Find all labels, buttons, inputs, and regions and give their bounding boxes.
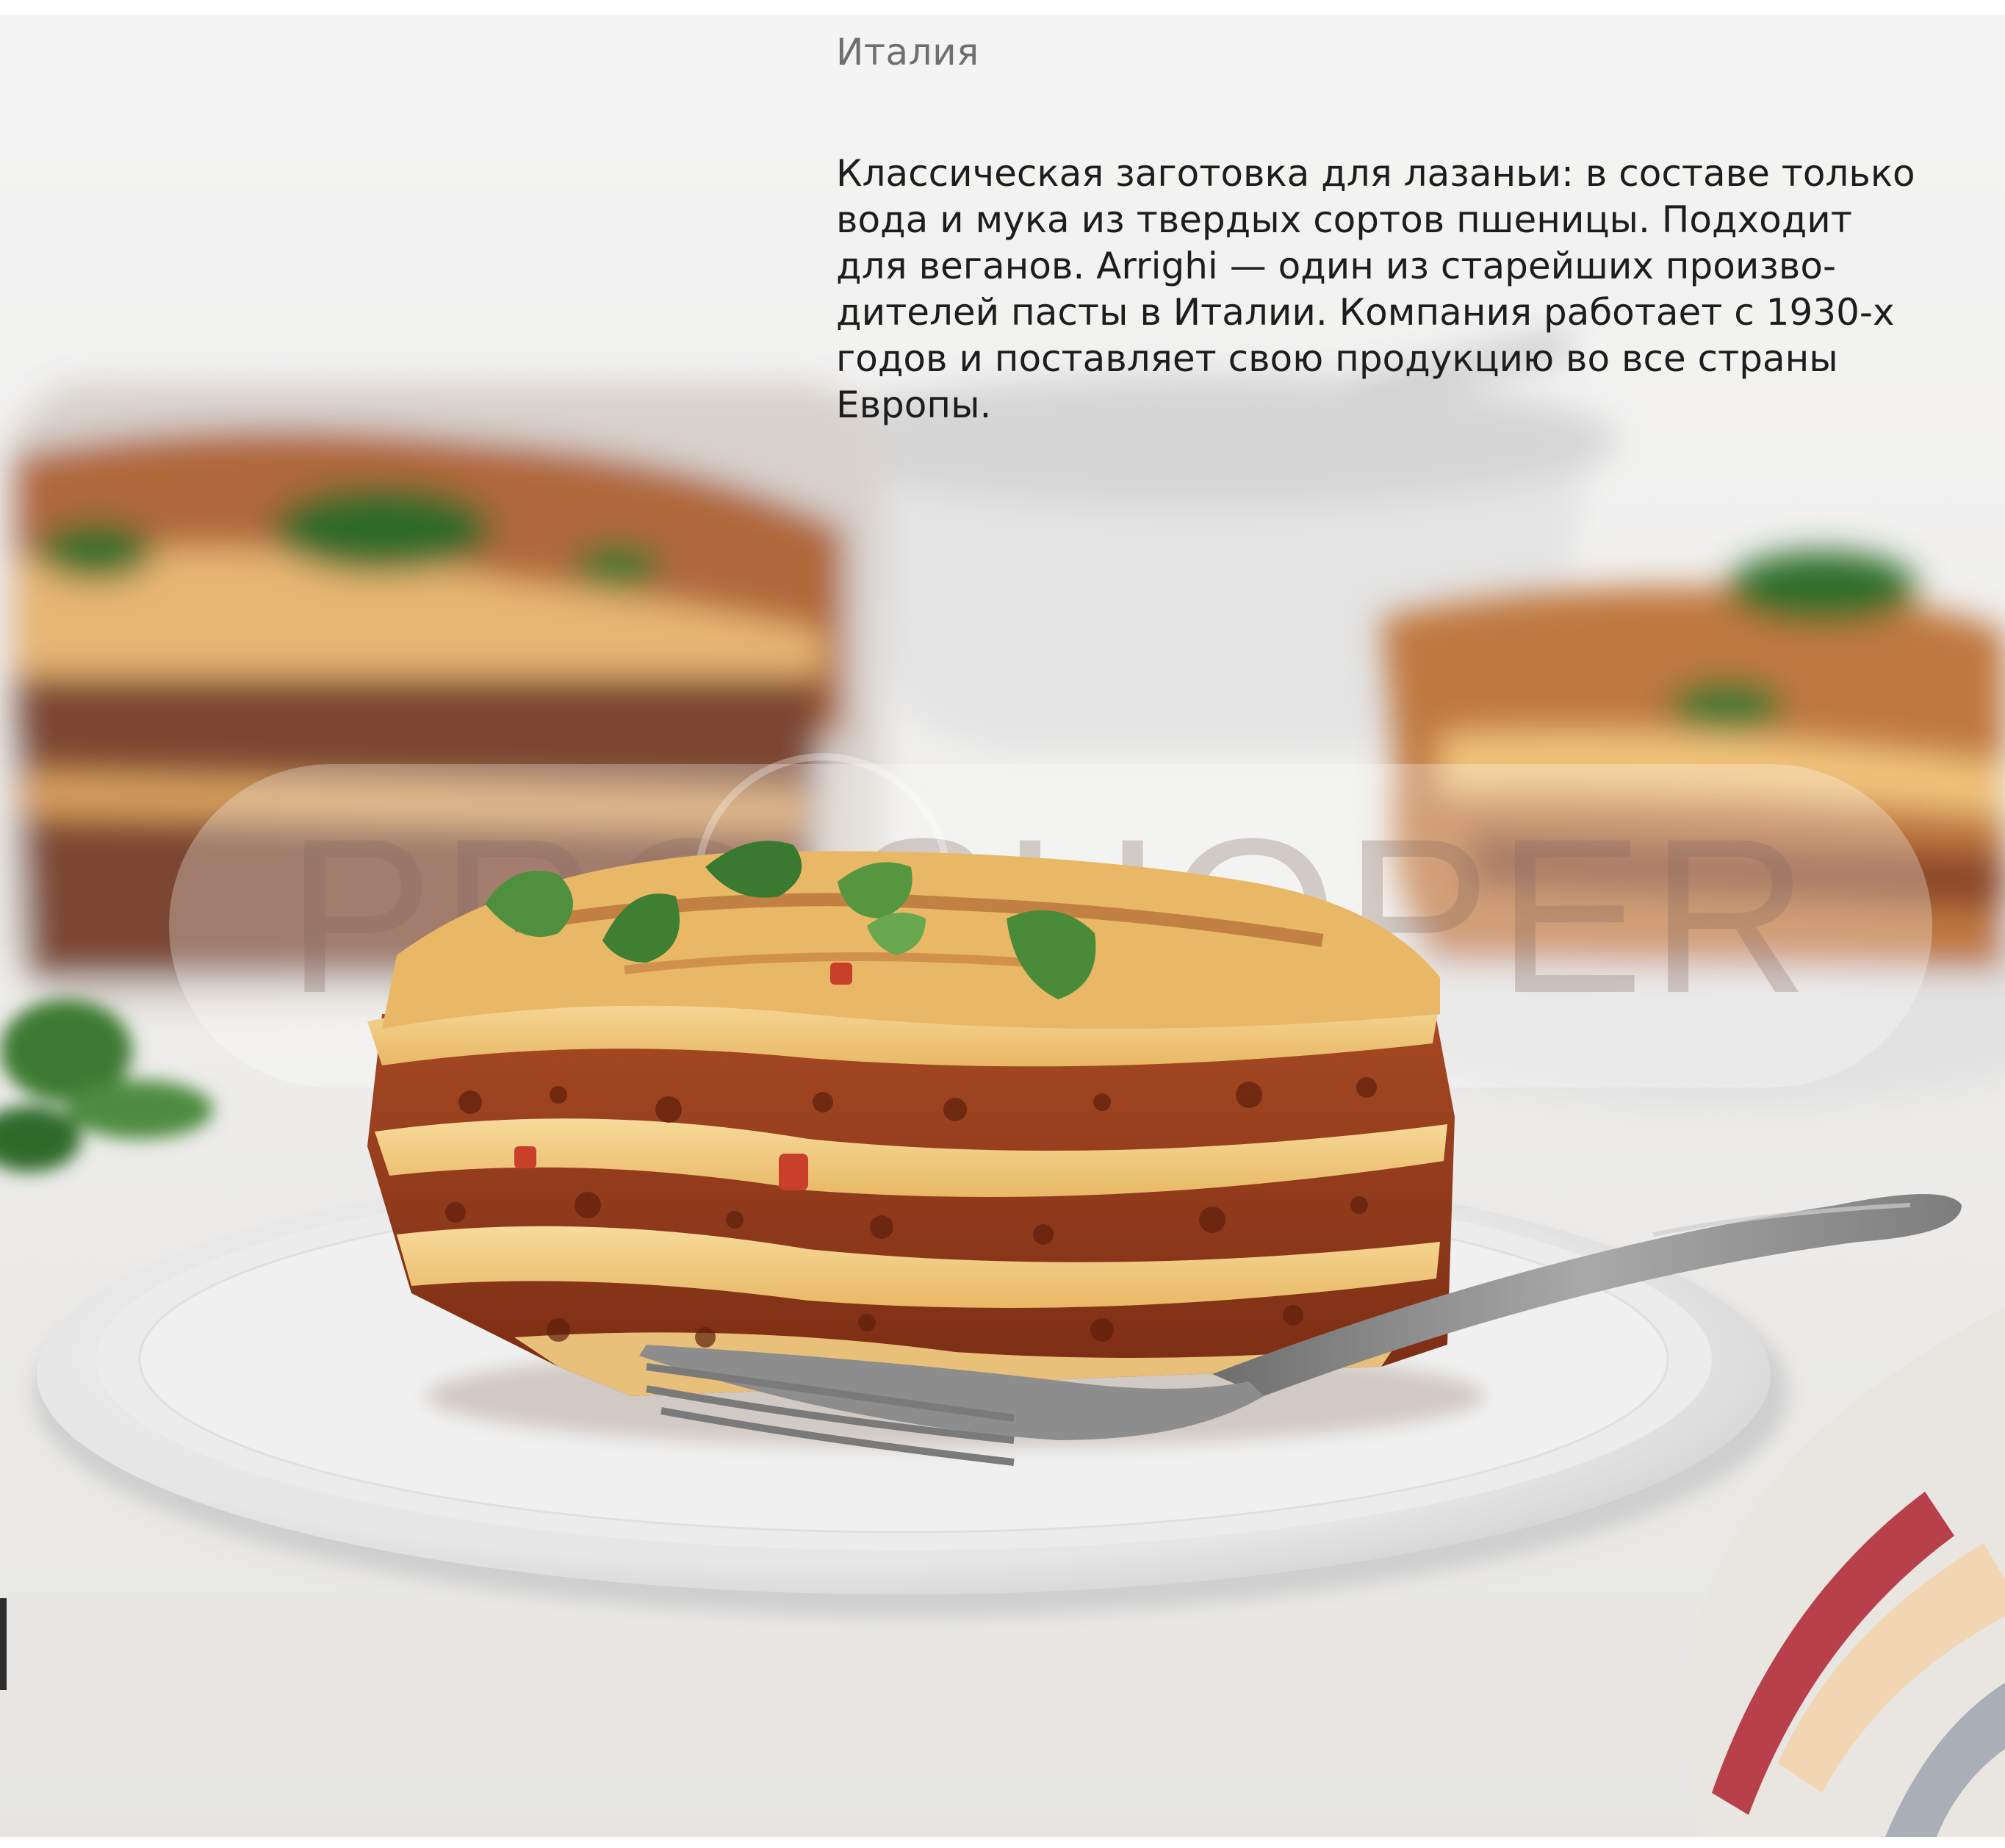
top-margin	[0, 0, 2005, 15]
product-country: Италия	[836, 31, 979, 73]
description-line: для веганов. Arrighi — один из старейших…	[836, 245, 1837, 287]
bottom-margin	[0, 1837, 2005, 1848]
description-line: годов и поставляет свою продукцию во все…	[836, 337, 1838, 380]
description-line: Европы.	[836, 384, 992, 426]
description-line: Классическая заготовка для лазаньи: в со…	[836, 152, 1915, 195]
description-line: вода и мука из твердых сортов пшеницы. П…	[836, 198, 1852, 241]
description-line: дителей пасты в Италии. Компания работае…	[836, 291, 1895, 334]
page-edge-tab	[0, 1598, 7, 1690]
product-description: Классическая заготовка для лазаньи: в со…	[836, 151, 1915, 428]
